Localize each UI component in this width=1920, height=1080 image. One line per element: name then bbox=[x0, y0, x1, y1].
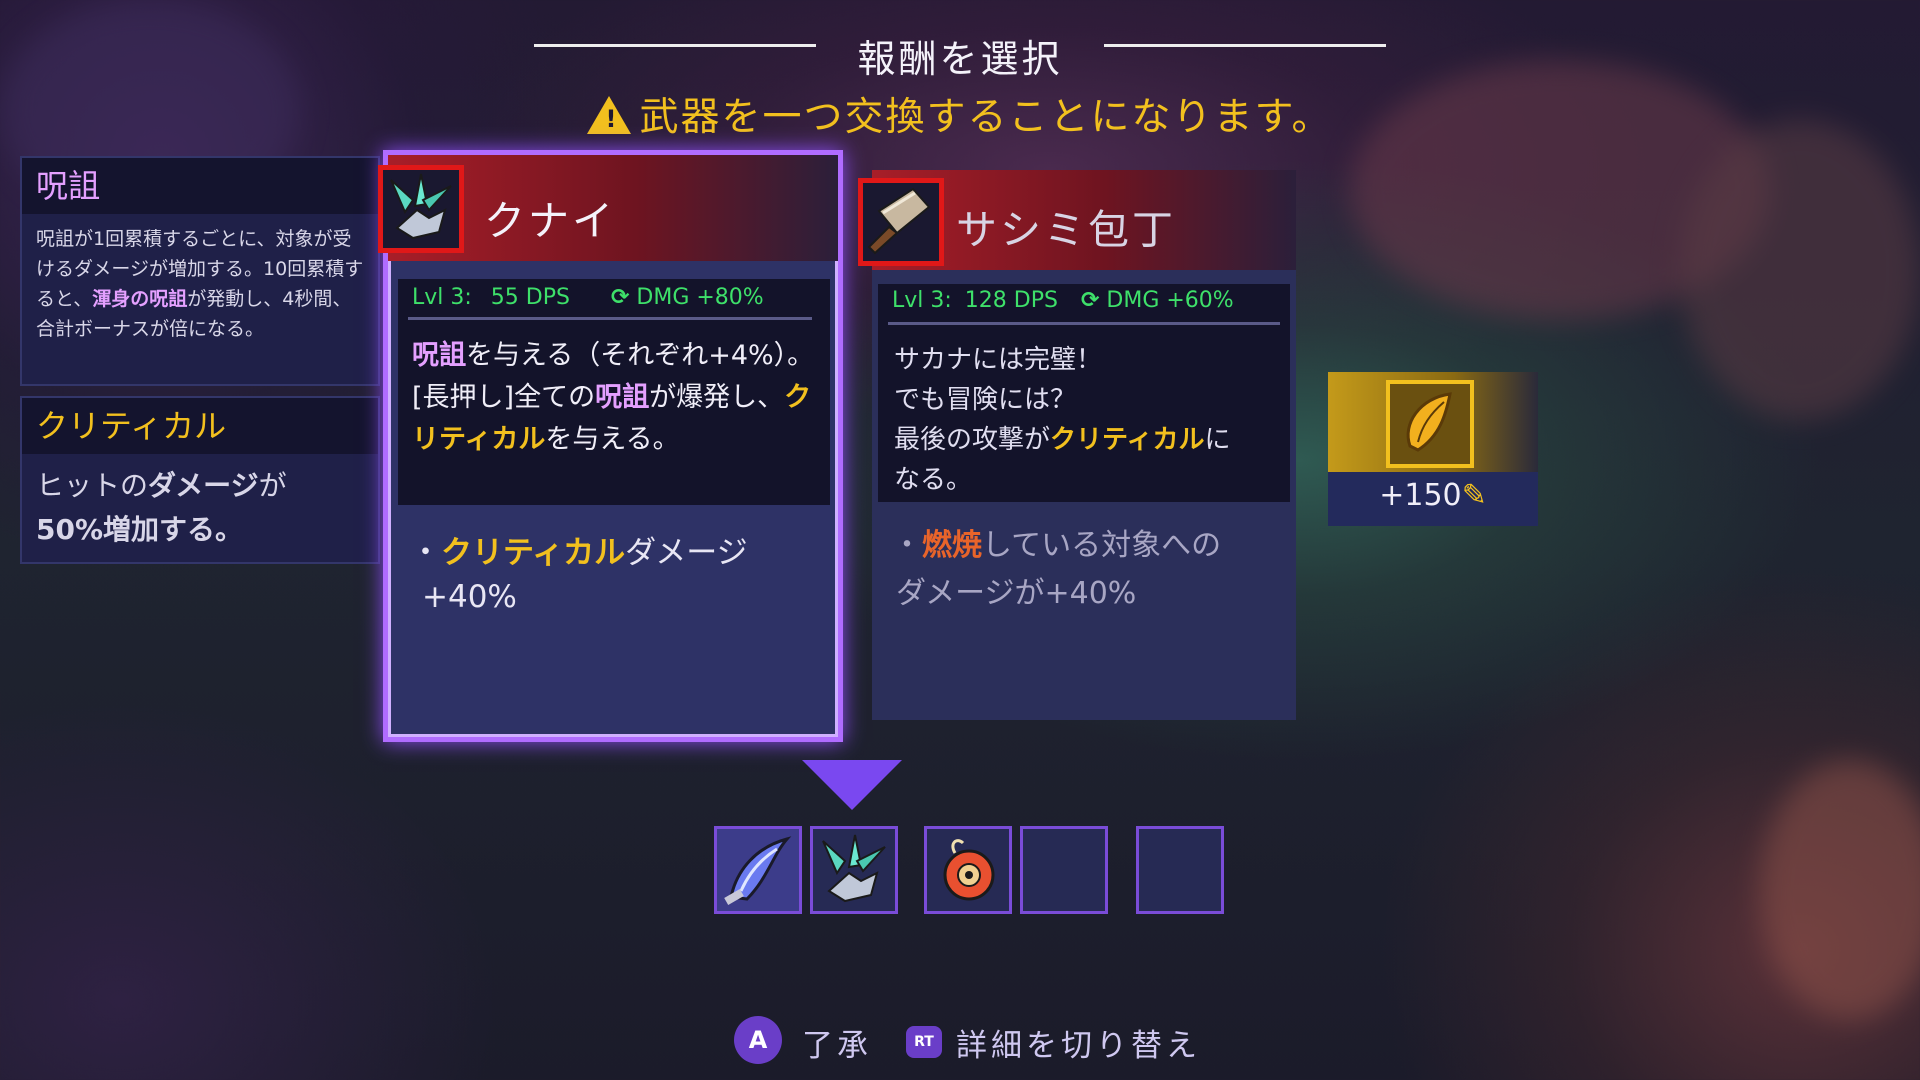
a-button-icon[interactable]: A bbox=[734, 1016, 782, 1064]
keyword-text: ヒットの bbox=[36, 469, 149, 502]
background-blob bbox=[1760, 760, 1920, 1020]
warning-message: ! 武器を一つ交換することになります。 bbox=[560, 86, 1360, 142]
perk-bullet: ・ bbox=[892, 528, 922, 563]
scythe-blade-icon bbox=[724, 836, 792, 905]
weapon-perk: ・クリティカルダメージ +40% bbox=[410, 531, 830, 619]
desc-text: なる。 bbox=[894, 465, 973, 495]
perk-highlight: 燃焼 bbox=[922, 528, 982, 563]
title-bar: 報酬を選択 bbox=[0, 28, 1920, 81]
accept-label[interactable]: 了承 bbox=[802, 1020, 872, 1065]
desc-text: 最後の攻撃が bbox=[894, 425, 1051, 455]
inventory-slot-5[interactable] bbox=[1136, 826, 1224, 914]
perk-text: している対象への bbox=[982, 528, 1222, 563]
keyword-description: 呪詛が1回累積するごとに、対象が受けるダメージが増加する。10回累積すると、渾身… bbox=[22, 214, 378, 354]
keyword-description: ヒットのダメージが 50%増加する。 bbox=[22, 454, 378, 562]
desc-highlight: クリティカル bbox=[1050, 425, 1205, 455]
weapon-description: 呪詛を与える（それぞれ+4%）。 [長押し]全ての呪詛が爆発し、クリティカルを与え… bbox=[412, 335, 822, 461]
perk-text: ダメージ bbox=[625, 535, 748, 571]
weapon-damage-bonus: DMG +80% bbox=[636, 285, 764, 310]
selection-arrow-icon bbox=[802, 760, 902, 810]
reward-value: +150 bbox=[1379, 478, 1462, 513]
keyword-highlight: 渾身の呪詛 bbox=[92, 288, 188, 310]
swap-icon: ⟳ bbox=[610, 285, 630, 310]
desc-text: でも冒険には？ bbox=[894, 385, 1077, 415]
reward-amount: +150✎ bbox=[1328, 478, 1538, 513]
weapon-card-sashimi-knife[interactable]: サシミ包丁 Lvl 3: 128 DPS ⟳ DMG +60% サカナには完璧！… bbox=[858, 170, 1296, 720]
stats-divider bbox=[888, 322, 1280, 325]
title-divider-left bbox=[534, 44, 816, 47]
desc-text: が爆発し、 bbox=[649, 382, 785, 413]
keyword-text: が bbox=[258, 469, 287, 502]
weapon-name: サシミ包丁 bbox=[956, 206, 1176, 254]
bomb-icon bbox=[943, 839, 995, 901]
golden-shell-icon bbox=[1386, 380, 1474, 468]
currency-reward[interactable]: +150✎ bbox=[1328, 372, 1538, 526]
keyword-panel-curse: 呪詛 呪詛が1回累積するごとに、対象が受けるダメージが増加する。10回累積すると… bbox=[20, 156, 380, 386]
stats-divider bbox=[408, 317, 812, 320]
perk-bullet: ・ bbox=[410, 535, 441, 571]
weapon-stats: Lvl 3: 128 DPS ⟳ DMG +60% bbox=[892, 288, 1234, 313]
weapon-card-kunai[interactable]: クナイ Lvl 3: 55 DPS ⟳ DMG +80% 呪詛を与える（それぞれ… bbox=[378, 150, 843, 742]
shell-currency-icon: ✎ bbox=[1461, 478, 1487, 513]
desc-text: サカナには完璧！ bbox=[894, 345, 1103, 375]
kunai-icon bbox=[822, 834, 886, 903]
desc-text: [長押し]全ての bbox=[412, 382, 596, 413]
perk-highlight: クリティカル bbox=[441, 535, 626, 571]
warning-icon: ! bbox=[587, 96, 632, 134]
cleaver-icon bbox=[858, 178, 944, 266]
desc-highlight: 呪詛 bbox=[595, 382, 650, 413]
keyword-title: 呪詛 bbox=[22, 158, 378, 214]
weapon-dps: 55 DPS bbox=[490, 285, 570, 310]
desc-text: に bbox=[1204, 425, 1231, 455]
kunai-icon bbox=[378, 165, 464, 253]
keyword-highlight: 50%増加する。 bbox=[36, 513, 244, 546]
inventory-slot-3[interactable] bbox=[924, 826, 1012, 914]
weapon-dps: 128 DPS bbox=[964, 288, 1058, 313]
inventory-slot-2[interactable] bbox=[810, 826, 898, 914]
inventory-slot-1[interactable] bbox=[714, 826, 802, 914]
title-divider-right bbox=[1104, 44, 1386, 47]
page-title: 報酬を選択 bbox=[857, 37, 1063, 81]
weapon-level: Lvl 3: bbox=[412, 285, 472, 310]
perk-text: ダメージが+40% bbox=[896, 576, 1137, 611]
weapon-level: Lvl 3: bbox=[892, 288, 952, 313]
keyword-highlight: ダメージ bbox=[148, 469, 259, 502]
weapon-damage-bonus: DMG +60% bbox=[1106, 288, 1234, 313]
weapon-stats: Lvl 3: 55 DPS ⟳ DMG +80% bbox=[412, 285, 764, 310]
keyword-panel-critical: クリティカル ヒットのダメージが 50%増加する。 bbox=[20, 396, 380, 564]
inventory-slot-4[interactable] bbox=[1020, 826, 1108, 914]
weapon-description: サカナには完璧！ でも冒険には？ 最後の攻撃がクリティカルに なる。 bbox=[894, 340, 1290, 500]
background-blob bbox=[1680, 120, 1920, 420]
weapon-name: クナイ bbox=[484, 197, 616, 245]
rt-button-icon[interactable]: RT bbox=[906, 1026, 942, 1058]
desc-highlight: 呪詛 bbox=[412, 340, 466, 371]
warning-text: 武器を一つ交換することになります。 bbox=[639, 95, 1333, 140]
toggle-details-label[interactable]: 詳細を切り替え bbox=[956, 1020, 1201, 1065]
desc-text: を与える（それぞれ+4%）。 bbox=[466, 340, 815, 371]
swap-icon: ⟳ bbox=[1080, 288, 1100, 313]
desc-text: を与える。 bbox=[545, 424, 680, 455]
perk-value: +40% bbox=[422, 579, 517, 615]
keyword-title: クリティカル bbox=[22, 398, 378, 454]
weapon-perk: ・燃焼している対象へのダメージが+40% bbox=[892, 522, 1292, 618]
